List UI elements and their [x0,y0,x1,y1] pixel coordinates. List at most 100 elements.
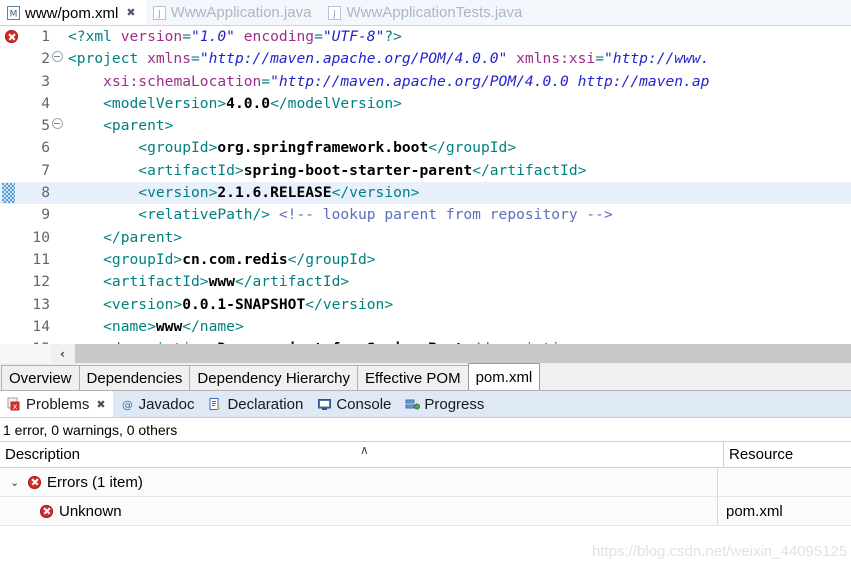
line-marker-column[interactable] [0,204,22,226]
line-number: 10 [32,228,50,246]
line-number: 1 [41,28,50,45]
code-line-14[interactable]: 14 <name>www</name> [0,316,851,338]
token-pi: ?> [384,28,402,45]
tab-declaration[interactable]: Declaration [201,391,310,417]
code-line-2[interactable]: 2 <project xmlns="http://maven.apache.org… [0,48,851,70]
code-line-13[interactable]: 13 <version>0.0.1-SNAPSHOT</version> [0,294,851,316]
editor-tab-wwwapplication-java[interactable]: J WwwApplication.java [146,0,322,25]
svg-text:J: J [157,9,161,19]
cell-description[interactable]: Unknown [0,497,718,525]
fold-column[interactable] [50,48,64,70]
token-tag: <groupId> [68,250,183,268]
line-marker-column[interactable] [0,249,22,271]
code-line-7[interactable]: 7 <artifactId>spring-boot-starter-parent… [0,160,851,182]
page-tab-pom-xml[interactable]: pom.xml [467,363,541,390]
line-number: 6 [41,139,50,157]
problem-description: Errors (1 item) [47,473,143,491]
code-line-1[interactable]: 1 <?xml version="1.0" encoding="UTF-8"?> [0,26,851,48]
column-header-description[interactable]: Description ∧ [0,442,724,467]
collapse-fold-icon[interactable] [51,51,63,63]
editor-tab-label: www/pom.xml [25,4,119,22]
code-line-12[interactable]: 12 <artifactId>www</artifactId> [0,271,851,293]
page-tab-dependency-hierarchy[interactable]: Dependency Hierarchy [189,365,358,390]
scrollbar-thumb[interactable] [75,344,851,363]
sort-ascending-icon[interactable]: ∧ [360,443,369,457]
code-line-text: <groupId>cn.com.redis</groupId> [64,249,376,271]
console-icon [317,397,332,412]
token-attr: xmlns:xsi [516,50,596,68]
line-marker-column[interactable] [0,160,22,182]
page-tab-overview[interactable]: Overview [1,365,80,390]
token-pi [235,28,244,45]
token-txt: www [208,273,235,291]
chevron-down-icon[interactable]: ⌄ [10,477,22,488]
editor-tab-bar: M www/pom.xml ✖ J WwwApplication.java J … [0,0,851,26]
svg-text:M: M [10,10,18,20]
code-line-10[interactable]: 10 </parent> [0,227,851,249]
token-tag: </groupId> [287,250,376,268]
problems-table-header: Description ∧ Resource [0,441,851,468]
fold-column[interactable] [50,115,64,137]
editor-tab-pom-xml[interactable]: M www/pom.xml ✖ [0,0,146,25]
pom-editor-page-tabs: Overview Dependencies Dependency Hierarchy… [0,363,851,391]
close-icon[interactable]: ✖ [126,7,135,19]
token-tag: </modelVersion> [270,94,402,112]
editor-tab-label: WwwApplication.java [170,4,312,21]
token-tag [507,50,516,67]
line-number: 8 [41,184,50,202]
token-tag [68,73,103,90]
code-line-text: <?xml version="1.0" encoding="UTF-8"?> [64,26,402,48]
line-marker-column[interactable] [0,71,22,93]
tab-progress[interactable]: Progress [398,391,491,417]
close-icon[interactable]: ✖ [96,398,105,411]
collapse-fold-icon[interactable] [51,118,63,130]
svg-text:J: J [333,9,337,19]
line-marker-column[interactable] [0,93,22,115]
token-tag: <groupId> [68,139,218,157]
table-row[interactable]: ⌄ Errors (1 item) [0,468,851,497]
token-tag: </groupId> [428,139,517,157]
page-tab-effective-pom[interactable]: Effective POM [357,365,469,390]
scroll-left-button[interactable]: ‹ [50,344,75,363]
cell-resource[interactable]: pom.xml [718,497,851,525]
problems-table-body: ⌄ Errors (1 item) Unknown pom.xml [0,468,851,526]
token-tag: <artifactId> [68,161,244,179]
view-tab-bar: x Problems ✖ @ Javadoc Declaration Conso… [0,391,851,418]
code-line-4[interactable]: 4 <modelVersion>4.0.0</modelVersion> [0,93,851,115]
code-line-6[interactable]: 6 <groupId>org.springframework.boot</gro… [0,137,851,159]
line-marker-column[interactable] [0,227,22,249]
line-marker-column[interactable] [0,137,22,159]
cell-description[interactable]: ⌄ Errors (1 item) [0,468,718,496]
code-line-8[interactable]: 8 <version>2.1.6.RELEASE</version> [0,182,851,205]
token-tag: </artifactId> [472,161,587,179]
tab-console[interactable]: Console [310,391,398,417]
editor-tab-wwwapplicationtests-java[interactable]: J WwwApplicationTests.java [321,0,532,25]
problems-icon: x [7,397,22,412]
change-bar-icon [2,183,15,204]
code-line-11[interactable]: 11 <groupId>cn.com.redis</groupId> [0,249,851,271]
code-line-3[interactable]: 3 xsi:schemaLocation="http://maven.apach… [0,71,851,93]
code-lines[interactable]: 1 <?xml version="1.0" encoding="UTF-8"?> 2… [0,26,851,360]
code-editor[interactable]: 1 <?xml version="1.0" encoding="UTF-8"?> 2… [0,26,851,363]
editor-horizontal-scrollbar[interactable]: ‹ [0,344,851,363]
code-line-5[interactable]: 5 <parent> [0,115,851,137]
page-tab-dependencies[interactable]: Dependencies [78,365,191,390]
line-marker-column[interactable] [0,294,22,316]
code-line-9[interactable]: 9 <relativePath/> <!-- lookup parent fro… [0,204,851,226]
tab-problems[interactable]: x Problems ✖ [0,391,113,417]
line-marker-column[interactable] [0,48,22,70]
csdn-watermark: https://blog.csdn.net/weixin_44095125 [592,543,848,560]
error-icon[interactable] [5,30,18,43]
line-marker-column[interactable] [0,271,22,293]
column-header-resource[interactable]: Resource [724,442,851,467]
line-marker-column[interactable] [0,316,22,338]
line-marker-column[interactable] [0,26,22,48]
line-marker-column[interactable] [0,115,22,137]
line-number: 2 [41,50,50,68]
java-file-icon: J [152,5,166,20]
table-row[interactable]: Unknown pom.xml [0,497,851,526]
code-line-text: xsi:schemaLocation="http://maven.apache.… [64,71,709,93]
cell-resource[interactable] [718,468,851,496]
line-marker-column[interactable] [0,182,22,204]
tab-javadoc[interactable]: @ Javadoc [113,391,202,417]
